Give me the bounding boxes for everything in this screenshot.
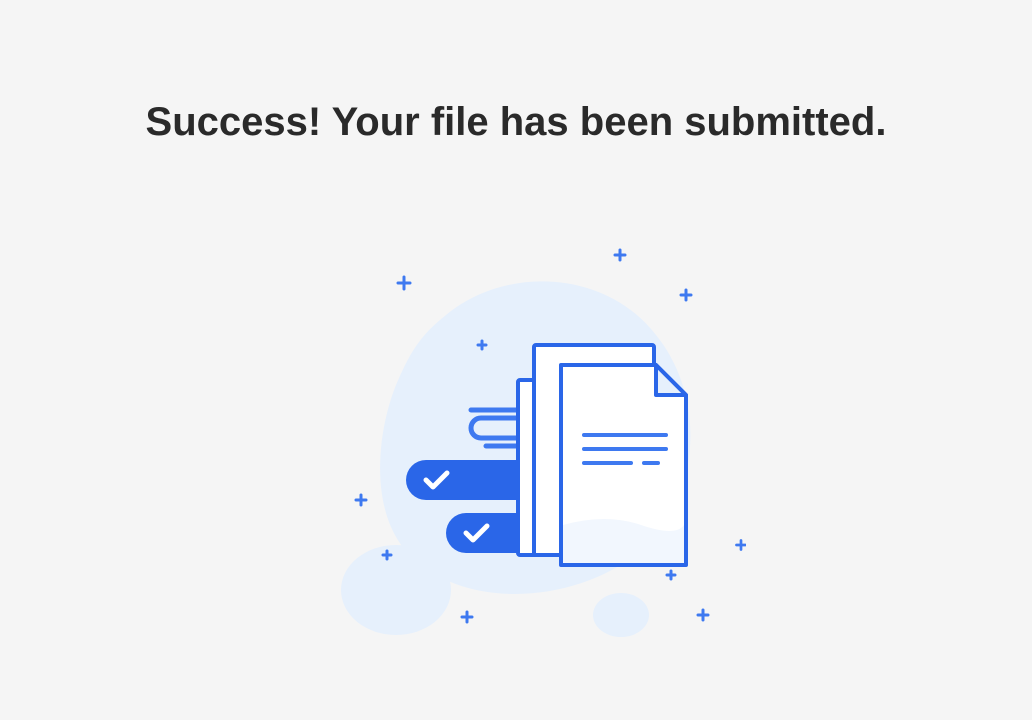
success-illustration xyxy=(286,225,746,645)
document-front-icon xyxy=(561,365,686,565)
success-heading: Success! Your file has been submitted. xyxy=(146,100,887,145)
